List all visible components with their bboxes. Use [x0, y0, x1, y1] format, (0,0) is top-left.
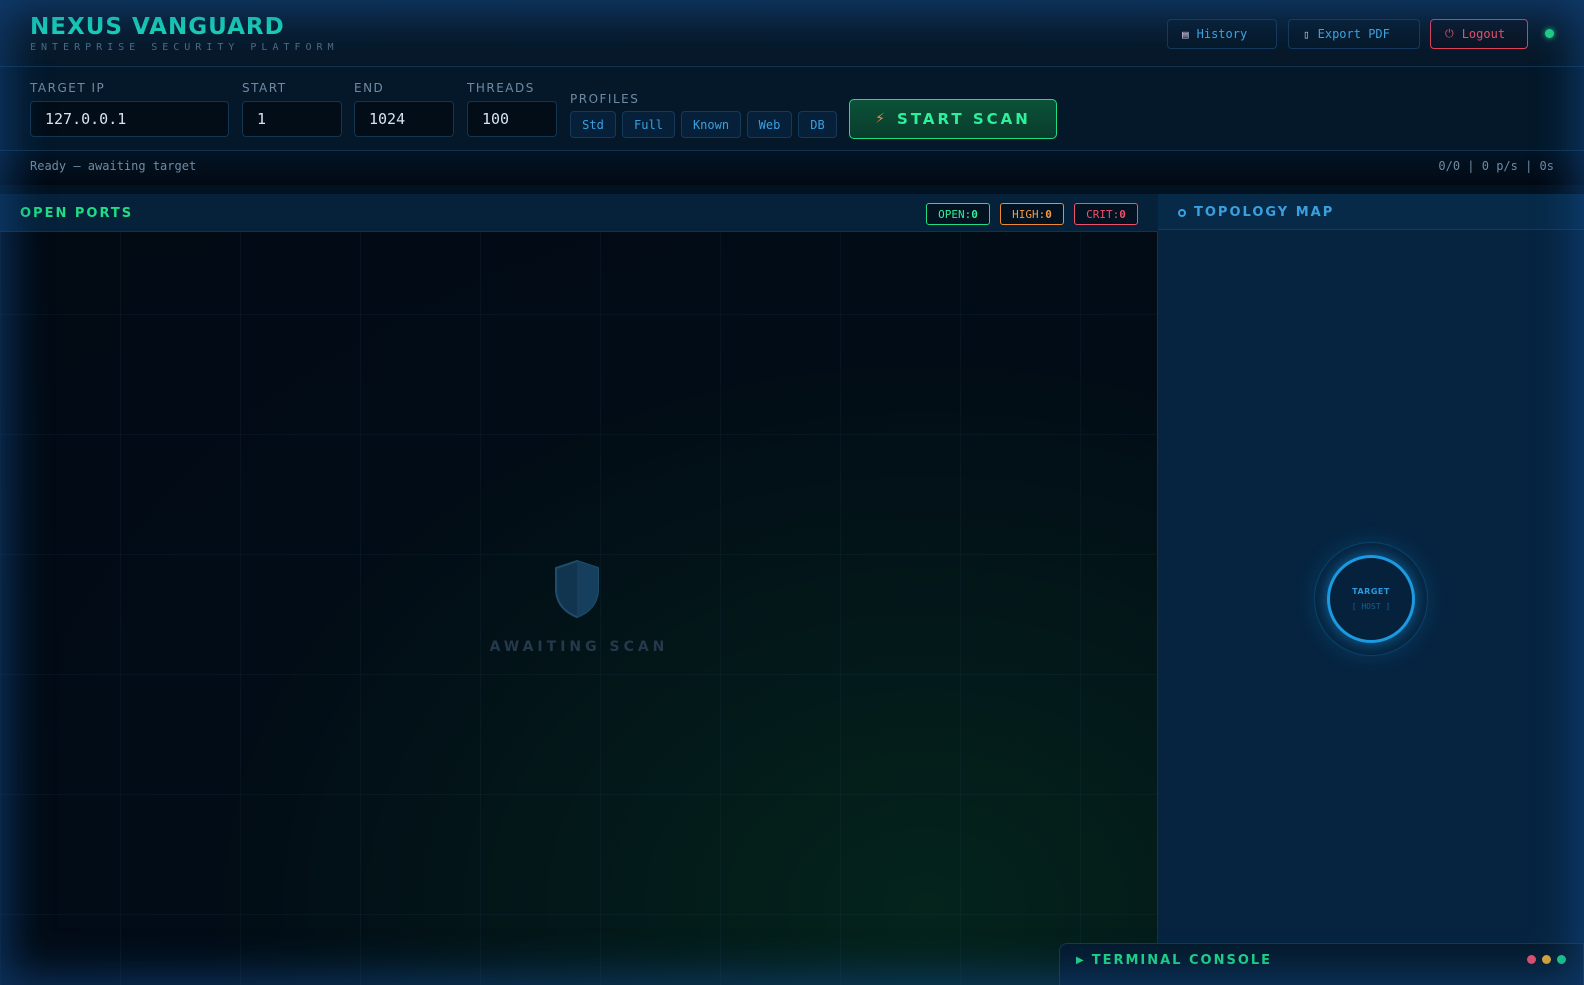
scan-metrics: 0/0 | 0 p/s | 0s	[1438, 159, 1554, 173]
close-dot-icon[interactable]	[1527, 955, 1536, 964]
history-button[interactable]: ▤ History	[1167, 19, 1277, 49]
logout-button[interactable]: ⏻ Logout	[1430, 19, 1528, 49]
target-ip-label: TARGET IP	[30, 81, 106, 95]
start-port-label: START	[242, 81, 287, 95]
status-text: Ready — awaiting target	[30, 159, 197, 173]
high-badge-value: 0	[1045, 207, 1052, 221]
start-scan-button[interactable]: ⚡ START SCAN	[849, 99, 1057, 139]
start-scan-label: START SCAN	[897, 110, 1031, 128]
shield-icon	[555, 559, 599, 619]
connection-status-indicator	[1545, 29, 1554, 38]
crit-badge-label: CRIT:	[1086, 207, 1120, 221]
profile-std-button[interactable]: Std	[570, 111, 616, 138]
open-ports-title: OPEN PORTS	[20, 206, 134, 221]
target-node-label: TARGET	[1352, 587, 1390, 596]
clipboard-icon: ▤	[1182, 27, 1189, 41]
brand-subtitle: ENTERPRISE SECURITY PLATFORM	[30, 42, 339, 53]
high-badge-label: HIGH:	[1012, 207, 1046, 221]
topology-title-label: TOPOLOGY MAP	[1194, 205, 1335, 220]
export-pdf-button[interactable]: ▯ Export PDF	[1288, 19, 1420, 49]
terminal-title-label: TERMINAL CONSOLE	[1091, 953, 1273, 968]
app-window: NEXUS VANGUARD ENTERPRISE SECURITY PLATF…	[0, 0, 1584, 985]
crit-count-badge: CRIT: 0	[1074, 203, 1138, 225]
play-icon: ▶	[1076, 955, 1084, 966]
empty-state-text: AWAITING SCAN	[489, 639, 669, 655]
radar-icon	[1178, 208, 1186, 217]
terminal-title: ▶ TERMINAL CONSOLE	[1076, 953, 1272, 968]
profile-db-button[interactable]: DB	[798, 111, 837, 138]
minimize-dot-icon[interactable]	[1542, 955, 1551, 964]
end-port-input[interactable]: 1024	[354, 101, 454, 137]
topology-title: TOPOLOGY MAP	[1178, 205, 1334, 220]
threads-label: THREADS	[467, 81, 535, 95]
target-node-sublabel: [ HOST ]	[1351, 602, 1391, 611]
start-port-input[interactable]: 1	[242, 101, 342, 137]
end-port-label: END	[354, 81, 385, 95]
high-count-badge: HIGH: 0	[1000, 203, 1064, 225]
target-node[interactable]: TARGET [ HOST ]	[1327, 555, 1415, 643]
profile-web-button[interactable]: Web	[747, 111, 792, 138]
scan-controls	[0, 67, 1584, 151]
bolt-icon: ⚡	[875, 111, 886, 127]
document-icon: ▯	[1303, 27, 1310, 41]
threads-input[interactable]: 100	[467, 101, 557, 137]
power-icon: ⏻	[1445, 27, 1454, 40]
export-pdf-button-label: Export PDF	[1317, 27, 1390, 41]
open-badge-value: 0	[971, 207, 978, 221]
target-ip-input[interactable]: 127.0.0.1	[30, 101, 229, 137]
brand-title: NEXUS VANGUARD	[30, 14, 285, 40]
status-bar	[0, 152, 1584, 185]
maximize-dot-icon[interactable]	[1557, 955, 1566, 964]
open-badge-label: OPEN:	[938, 207, 972, 221]
profiles-label: PROFILES	[570, 92, 640, 106]
crit-badge-value: 0	[1119, 207, 1126, 221]
profile-known-button[interactable]: Known	[681, 111, 741, 138]
open-count-badge: OPEN: 0	[926, 203, 990, 225]
logout-button-label: Logout	[1461, 27, 1506, 41]
profile-full-button[interactable]: Full	[622, 111, 675, 138]
history-button-label: History	[1196, 27, 1248, 41]
